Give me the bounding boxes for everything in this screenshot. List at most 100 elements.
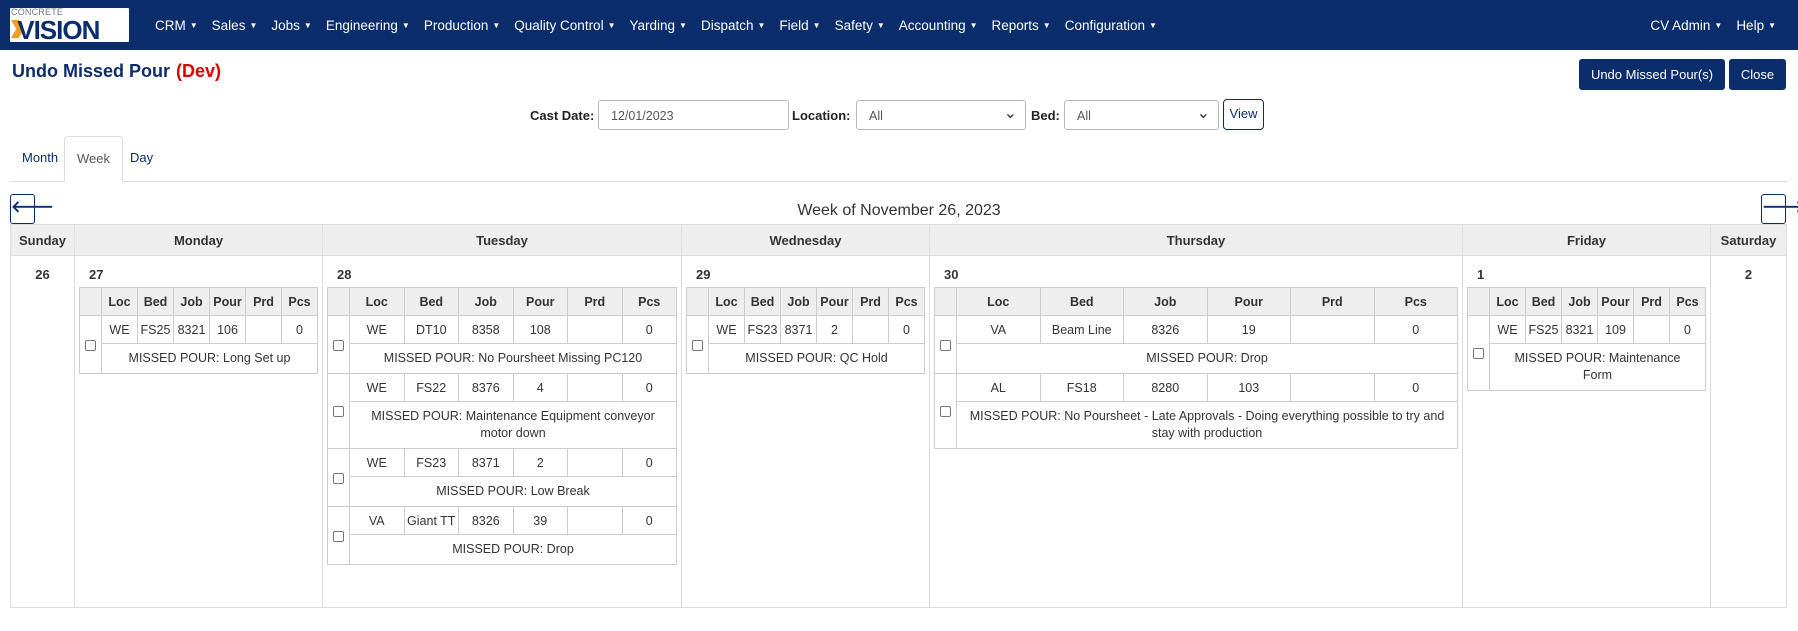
missed-pour-row: MISSED POUR: Drop <box>935 343 1458 374</box>
caret-down-icon: ▼ <box>1149 20 1157 30</box>
concrete-vision-logo[interactable]: CONCRETE VISION <box>10 8 129 42</box>
pour-row: WE FS23 8371 2 0 <box>327 448 677 507</box>
location-select[interactable]: All <box>856 100 1026 130</box>
day-cell-thursday: 30 Loc Bed Job Pour Prd Pcs VA Beam Line 8326 19 0 M… <box>929 255 1463 608</box>
tab-week[interactable]: Week <box>64 136 123 183</box>
tab-month[interactable]: Month <box>10 136 70 182</box>
day-number: 27 <box>89 267 104 282</box>
week-title: Week of November 26, 2023 <box>797 202 1001 219</box>
day-number: 30 <box>944 267 959 282</box>
pour-pour: 19 <box>1206 315 1291 344</box>
pour-bed: FS22 <box>403 373 459 402</box>
pour-table-header: Loc Bed Job Pour Prd Pcs <box>934 287 1458 316</box>
pour-prd <box>567 373 623 402</box>
caret-down-icon: ▼ <box>812 20 821 30</box>
missed-pour-row: MISSED POUR: Maintenance Form <box>1468 343 1706 391</box>
pour-pcs: 0 <box>1373 315 1458 344</box>
nav-item-sales[interactable]: Sales ▼ <box>205 0 265 50</box>
pour-pcs: 0 <box>621 506 677 535</box>
nav-item-engineering[interactable]: Engineering ▼ <box>319 0 417 50</box>
bed-select[interactable]: All <box>1064 100 1219 130</box>
nav-item-reports[interactable]: Reports ▼ <box>985 0 1058 50</box>
close-button[interactable]: Close <box>1729 59 1786 90</box>
column-header-bed: Bed <box>403 287 459 316</box>
day-cell-friday: 1 Loc Bed Job Pour Prd Pcs WE FS25 8321 109 0 MISSED… <box>1462 255 1711 608</box>
nav-item-label: Sales <box>211 17 246 33</box>
caret-down-icon: ▼ <box>189 20 198 30</box>
pour-prd <box>245 315 282 344</box>
pour-select-checkbox[interactable] <box>333 530 344 542</box>
pour-select-checkbox[interactable] <box>333 339 344 351</box>
help-menu-label: Help <box>1736 17 1765 33</box>
pour-pour: 109 <box>1597 315 1634 344</box>
nav-item-dispatch[interactable]: Dispatch ▼ <box>694 0 772 50</box>
nav-item-safety[interactable]: Safety ▼ <box>828 0 892 50</box>
nav-item-production[interactable]: Production ▼ <box>417 0 507 50</box>
missed-pour-row: MISSED POUR: Maintenance Equipment conve… <box>328 401 677 449</box>
nav-item-crm[interactable]: CRM ▼ <box>148 0 205 50</box>
column-header-prd: Prd <box>852 287 889 316</box>
nav-item-field[interactable]: Field ▼ <box>772 0 827 50</box>
caret-down-icon: ▼ <box>401 20 410 30</box>
pour-bed: FS25 <box>137 315 174 344</box>
pour-loc: WE <box>101 315 138 344</box>
day-header-tuesday: Tuesday <box>322 224 682 256</box>
pour-table-header: Loc Bed Job Pour Prd Pcs <box>1467 287 1706 316</box>
pour-loc: VA <box>349 506 405 535</box>
pour-select-checkbox[interactable] <box>333 406 344 418</box>
cast-date-input[interactable]: 12/01/2023 <box>598 100 789 130</box>
day-cell-sunday: 26 <box>10 255 75 608</box>
column-header-prd: Prd <box>1290 287 1375 316</box>
location-select-value: All <box>869 109 883 123</box>
nav-item-label: Quality Control <box>514 17 604 33</box>
pour-prd <box>1290 373 1375 402</box>
filter-row: Cast Date: 12/01/2023 Location: All Bed:… <box>0 96 1798 134</box>
pour-pour: 2 <box>816 315 853 344</box>
undo-missed-pours-button[interactable]: Undo Missed Pour(s) <box>1579 59 1725 90</box>
user-menu[interactable]: CV Admin ▼ <box>1643 0 1729 50</box>
pour-row: WE FS22 8376 4 0 <box>327 373 677 449</box>
tab-day[interactable]: Day <box>118 136 165 182</box>
help-menu[interactable]: Help ▼ <box>1729 0 1788 50</box>
nav-item-label: Production <box>423 17 489 33</box>
pour-pour: 2 <box>512 448 568 477</box>
nav-item-yarding[interactable]: Yarding ▼ <box>623 0 694 50</box>
nav-item-jobs[interactable]: Jobs ▼ <box>264 0 318 50</box>
nav-item-configuration[interactable]: Configuration ▼ <box>1058 0 1164 50</box>
next-week-button[interactable]: 🡒 <box>1761 194 1798 224</box>
pour-select-cell <box>327 315 350 374</box>
pour-select-checkbox[interactable] <box>940 406 951 418</box>
column-header-pour: Pour <box>1597 287 1634 316</box>
pour-select-checkbox[interactable] <box>1473 348 1484 360</box>
pour-job: 8358 <box>458 315 514 344</box>
nav-item-label: Engineering <box>325 17 398 33</box>
pour-pour: 106 <box>209 315 246 344</box>
pour-pour: 103 <box>1206 373 1291 402</box>
pour-select-cell <box>79 315 102 374</box>
nav-item-label: Reports <box>991 17 1039 33</box>
select-column-header <box>327 287 350 316</box>
pour-select-checkbox[interactable] <box>85 339 96 351</box>
nav-item-quality-control[interactable]: Quality Control ▼ <box>507 0 622 50</box>
column-header-bed: Bed <box>137 287 174 316</box>
caret-down-icon: ▼ <box>249 20 258 30</box>
select-column-header <box>934 287 957 316</box>
pour-select-checkbox[interactable] <box>333 472 344 484</box>
column-header-pcs: Pcs <box>621 287 677 316</box>
nav-item-accounting[interactable]: Accounting ▼ <box>892 0 985 50</box>
column-header-prd: Prd <box>567 287 623 316</box>
pour-pcs: 0 <box>1373 373 1458 402</box>
pour-loc: WE <box>349 373 405 402</box>
select-column-header <box>686 287 709 316</box>
day-header-wednesday: Wednesday <box>681 224 930 256</box>
pour-table: Loc Bed Job Pour Prd Pcs VA Beam Line 8326 19 0 MIS… <box>934 287 1458 449</box>
missed-pour-row: MISSED POUR: No Poursheet - Late Approva… <box>935 401 1458 449</box>
view-button[interactable]: View <box>1223 99 1264 130</box>
pour-row: VA Beam Line 8326 19 0 <box>934 315 1458 374</box>
missed-pour-reason: MISSED POUR: Maintenance Form <box>1489 343 1706 391</box>
pour-table-header: Loc Bed Job Pour Prd Pcs <box>79 287 318 316</box>
column-header-loc: Loc <box>349 287 405 316</box>
caret-down-icon: ▼ <box>679 20 687 30</box>
pour-select-checkbox[interactable] <box>940 339 951 351</box>
pour-select-checkbox[interactable] <box>692 339 703 351</box>
